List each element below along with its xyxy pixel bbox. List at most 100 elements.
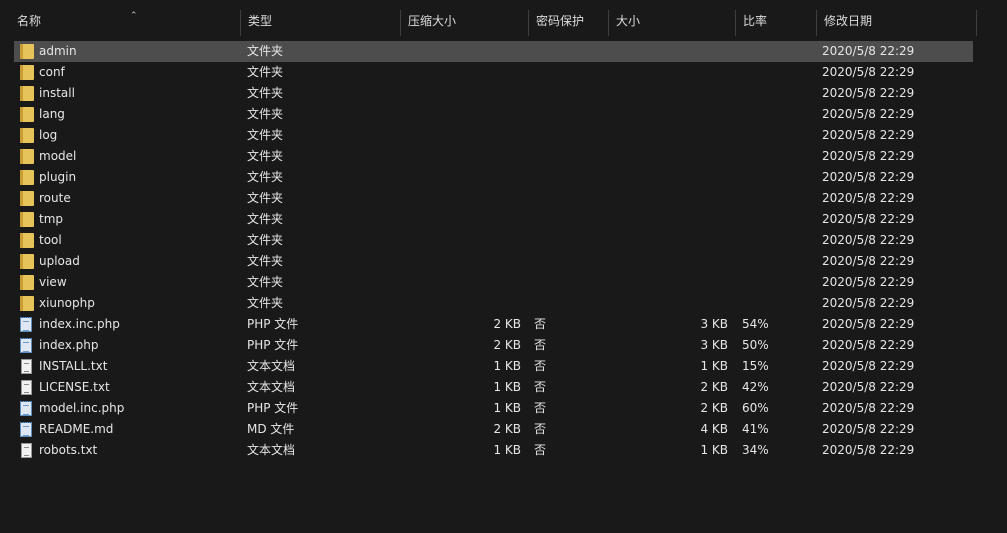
text-file-icon <box>20 359 34 375</box>
file-row[interactable]: robots.txt 文本文档 1 KB 否 1 KB 34% 2020/5/8 22:29 <box>14 440 973 461</box>
file-row[interactable]: README.md MD 文件 2 KB 否 4 KB 41% 2020/5/8 22:29 <box>14 419 973 440</box>
file-type: 文件夹 <box>247 296 284 310</box>
folder-icon-shape <box>20 212 34 227</box>
file-name: robots.txt <box>39 443 98 457</box>
column-header-ratio[interactable]: 比率 <box>736 10 817 36</box>
compressed-size: 1 KB <box>493 401 521 415</box>
file-size <box>608 62 728 83</box>
modified-date: 2020/5/8 22:29 <box>822 359 915 373</box>
file-name: plugin <box>39 170 77 184</box>
column-header-type[interactable]: 类型 <box>241 10 401 36</box>
compressed-size <box>401 83 521 104</box>
file-row[interactable]: admin 文件夹 2020/5/8 22:29 <box>14 41 973 62</box>
file-row[interactable]: LICENSE.txt 文本文档 1 KB 否 2 KB 42% 2020/5/8 22:2… <box>14 377 973 398</box>
file-row[interactable]: tool 文件夹 2020/5/8 22:29 <box>14 230 973 251</box>
chevron-up-icon: ⌃ <box>130 11 138 21</box>
column-header-name[interactable]: 名称 ⌃ <box>10 10 241 36</box>
text-file-icon-shape <box>21 443 32 458</box>
modified-date: 2020/5/8 22:29 <box>822 149 915 163</box>
modified-date: 2020/5/8 22:29 <box>822 296 915 310</box>
file-row[interactable]: conf 文件夹 2020/5/8 22:29 <box>14 62 973 83</box>
folder-icon-shape <box>20 44 34 59</box>
password-protected: 否 <box>534 380 547 394</box>
text-file-icon-shape <box>21 380 32 395</box>
modified-date: 2020/5/8 22:29 <box>822 254 915 268</box>
folder-icon <box>20 275 34 291</box>
folder-icon <box>20 170 34 186</box>
folder-icon-shape <box>20 128 34 143</box>
compression-ratio: 42% <box>742 380 769 394</box>
compressed-size <box>401 272 521 293</box>
password-protected: 否 <box>534 422 547 436</box>
compression-ratio: 41% <box>742 422 769 436</box>
column-header-type-label: 类型 <box>248 14 273 28</box>
file-row[interactable]: view 文件夹 2020/5/8 22:29 <box>14 272 973 293</box>
file-name: upload <box>39 254 80 268</box>
column-header-modified[interactable]: 修改日期 <box>817 10 977 36</box>
script-file-icon <box>20 422 34 438</box>
password-protected: 否 <box>534 359 547 373</box>
file-row[interactable]: tmp 文件夹 2020/5/8 22:29 <box>14 209 973 230</box>
file-name: tmp <box>39 212 64 226</box>
file-row[interactable]: route 文件夹 2020/5/8 22:29 <box>14 188 973 209</box>
file-name: README.md <box>39 422 114 436</box>
file-row[interactable]: xiunophp 文件夹 2020/5/8 22:29 <box>14 293 973 314</box>
script-file-icon <box>20 317 34 333</box>
modified-date: 2020/5/8 22:29 <box>822 86 915 100</box>
file-type: 文件夹 <box>247 86 284 100</box>
file-size <box>608 104 728 125</box>
column-header-size[interactable]: 大小 <box>609 10 736 36</box>
file-row[interactable]: model.inc.php PHP 文件 1 KB 否 2 KB 60% 2020/5/8 … <box>14 398 973 419</box>
file-row[interactable]: upload 文件夹 2020/5/8 22:29 <box>14 251 973 272</box>
column-header-compressed-size[interactable]: 压缩大小 <box>401 10 529 36</box>
file-size: 1 KB <box>700 443 728 457</box>
column-header-ratio-label: 比率 <box>743 14 768 28</box>
compressed-size: 2 KB <box>493 317 521 331</box>
folder-icon <box>20 254 34 270</box>
column-header-size-label: 大小 <box>616 14 641 28</box>
script-file-icon-shape <box>20 317 32 332</box>
compressed-size <box>401 293 521 314</box>
password-protected: 否 <box>534 317 547 331</box>
file-type: 文件夹 <box>247 65 284 79</box>
file-name: INSTALL.txt <box>39 359 108 373</box>
file-row[interactable]: lang 文件夹 2020/5/8 22:29 <box>14 104 973 125</box>
script-file-icon-shape <box>20 401 32 416</box>
file-row[interactable]: index.php PHP 文件 2 KB 否 3 KB 50% 2020/5/8 22:2… <box>14 335 973 356</box>
file-name: index.inc.php <box>39 317 120 331</box>
modified-date: 2020/5/8 22:29 <box>822 170 915 184</box>
file-size <box>608 209 728 230</box>
file-row[interactable]: model 文件夹 2020/5/8 22:29 <box>14 146 973 167</box>
text-file-icon-shape <box>21 359 32 374</box>
compressed-size <box>401 251 521 272</box>
file-row[interactable]: log 文件夹 2020/5/8 22:29 <box>14 125 973 146</box>
file-type: 文件夹 <box>247 128 284 142</box>
file-size <box>608 41 728 62</box>
file-type: 文件夹 <box>247 275 284 289</box>
script-file-icon-shape <box>20 338 32 353</box>
compressed-size: 1 KB <box>493 359 521 373</box>
folder-icon-shape <box>20 86 34 101</box>
modified-date: 2020/5/8 22:29 <box>822 212 915 226</box>
compressed-size <box>401 104 521 125</box>
file-name: view <box>39 275 67 289</box>
file-name: admin <box>39 44 77 58</box>
password-protected: 否 <box>534 401 547 415</box>
file-type: 文本文档 <box>247 443 296 457</box>
file-row[interactable]: install 文件夹 2020/5/8 22:29 <box>14 83 973 104</box>
file-name: route <box>39 191 71 205</box>
file-name: install <box>39 86 75 100</box>
folder-icon-shape <box>20 254 34 269</box>
folder-icon-shape <box>20 65 34 80</box>
compressed-size: 1 KB <box>493 443 521 457</box>
file-size: 1 KB <box>700 359 728 373</box>
folder-icon-shape <box>20 170 34 185</box>
file-row[interactable]: plugin 文件夹 2020/5/8 22:29 <box>14 167 973 188</box>
compression-ratio: 54% <box>742 317 769 331</box>
file-row[interactable]: index.inc.php PHP 文件 2 KB 否 3 KB 54% 2020/5/8 … <box>14 314 973 335</box>
compressed-size: 2 KB <box>493 422 521 436</box>
modified-date: 2020/5/8 22:29 <box>822 443 915 457</box>
folder-icon <box>20 149 34 165</box>
column-header-password[interactable]: 密码保护 <box>529 10 609 36</box>
file-row[interactable]: INSTALL.txt 文本文档 1 KB 否 1 KB 15% 2020/5/8 22:2… <box>14 356 973 377</box>
